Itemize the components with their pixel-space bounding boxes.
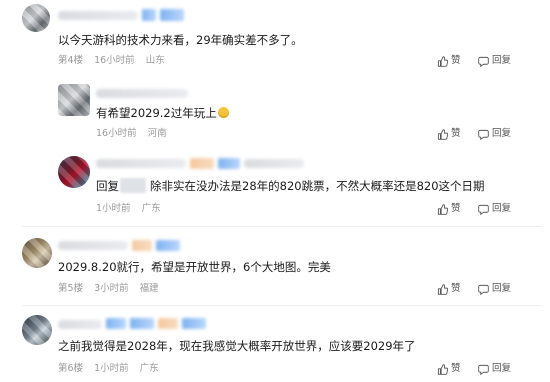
user-badge	[132, 240, 152, 251]
timestamp: 1小时前	[96, 203, 131, 214]
avatar[interactable]	[58, 84, 90, 116]
timestamp: 16小时前	[94, 55, 135, 66]
reply-text: 除非实在没办法是28年的820跳票，不然大概率还是820这个日期	[150, 179, 485, 193]
speech-bubble-icon	[478, 129, 489, 140]
avatar[interactable]	[22, 4, 50, 32]
comment-meta: 第4楼 16小时前 山东	[58, 55, 173, 67]
user-badge	[190, 158, 214, 169]
reply-label: 回复	[492, 283, 512, 294]
floor-number: 第5楼	[58, 283, 84, 294]
user-badge	[106, 318, 126, 329]
reply-button[interactable]: 回复	[478, 363, 511, 375]
comment-meta: 1小时前 广东	[96, 203, 169, 215]
speech-bubble-icon	[478, 56, 489, 67]
username-blurred[interactable]	[96, 89, 188, 98]
username-blurred[interactable]	[96, 159, 186, 168]
reply-label: 回复	[492, 55, 512, 66]
like-label: 赞	[451, 203, 461, 214]
comment-text: 以今天游科的技术力来看，29年确实差不多了。	[58, 33, 303, 47]
reply-text: 回复	[96, 179, 119, 193]
comment-meta: 16小时前 河南	[96, 128, 175, 140]
username-blurred[interactable]	[58, 241, 128, 250]
thumbs-up-icon	[437, 55, 448, 67]
user-badge	[142, 9, 156, 21]
thumbs-up-icon	[437, 283, 448, 295]
thumbs-up-icon	[437, 363, 448, 375]
speech-bubble-icon	[478, 284, 489, 295]
like-label: 赞	[451, 128, 461, 139]
reply-prefix: 回复	[96, 179, 119, 193]
avatar[interactable]	[58, 156, 90, 188]
reply-label: 回复	[492, 363, 512, 374]
reply-button[interactable]: 回复	[478, 283, 511, 295]
comment-text: 之前我觉得是2028年，现在我感觉大概率开放世界，应该要2029年了	[58, 339, 416, 353]
like-button[interactable]: 赞	[437, 363, 461, 375]
timestamp: 16小时前	[96, 128, 137, 139]
location: 广东	[141, 203, 161, 214]
reply-text: 有希望2029.2过年玩上	[96, 106, 229, 120]
user-badge	[130, 318, 154, 329]
avatar[interactable]	[22, 238, 52, 268]
smile-emoji-icon	[217, 107, 229, 118]
like-label: 赞	[451, 55, 461, 66]
floor-number: 第4楼	[58, 55, 84, 66]
username-blurred	[244, 159, 304, 168]
comment-meta: 第6楼 1小时前 广东	[58, 363, 167, 375]
user-badge	[182, 318, 206, 329]
like-button[interactable]: 赞	[437, 203, 461, 215]
avatar[interactable]	[22, 315, 52, 345]
reply-button[interactable]: 回复	[478, 128, 511, 140]
username-blurred[interactable]	[58, 320, 102, 329]
floor-number: 第6楼	[58, 363, 84, 374]
user-badge	[158, 318, 178, 329]
speech-bubble-icon	[478, 364, 489, 375]
location: 福建	[139, 283, 159, 294]
like-button[interactable]: 赞	[437, 128, 461, 140]
location: 广东	[139, 363, 159, 374]
like-button[interactable]: 赞	[437, 55, 461, 67]
timestamp: 3小时前	[94, 283, 129, 294]
location: 河南	[147, 128, 167, 139]
reply-button[interactable]: 回复	[478, 55, 511, 67]
reply-button[interactable]: 回复	[478, 203, 511, 215]
speech-bubble-icon	[478, 204, 489, 215]
reply-label: 回复	[492, 128, 512, 139]
user-badge	[160, 9, 184, 21]
like-label: 赞	[451, 283, 461, 294]
redacted-mention	[120, 178, 146, 193]
location: 山东	[145, 55, 165, 66]
timestamp: 1小时前	[94, 363, 129, 374]
reply-label: 回复	[492, 203, 512, 214]
like-label: 赞	[451, 363, 461, 374]
divider	[22, 226, 542, 227]
user-badge	[218, 158, 240, 169]
thumbs-up-icon	[437, 203, 448, 215]
username-blurred[interactable]	[58, 11, 138, 20]
comment-text: 2029.8.20就行，希望是开放世界，6个大地图。完美	[58, 260, 331, 274]
user-badge	[156, 240, 180, 251]
like-button[interactable]: 赞	[437, 283, 461, 295]
divider	[22, 305, 542, 306]
thumbs-up-icon	[437, 128, 448, 140]
comment-meta: 第5楼 3小时前 福建	[58, 283, 167, 295]
